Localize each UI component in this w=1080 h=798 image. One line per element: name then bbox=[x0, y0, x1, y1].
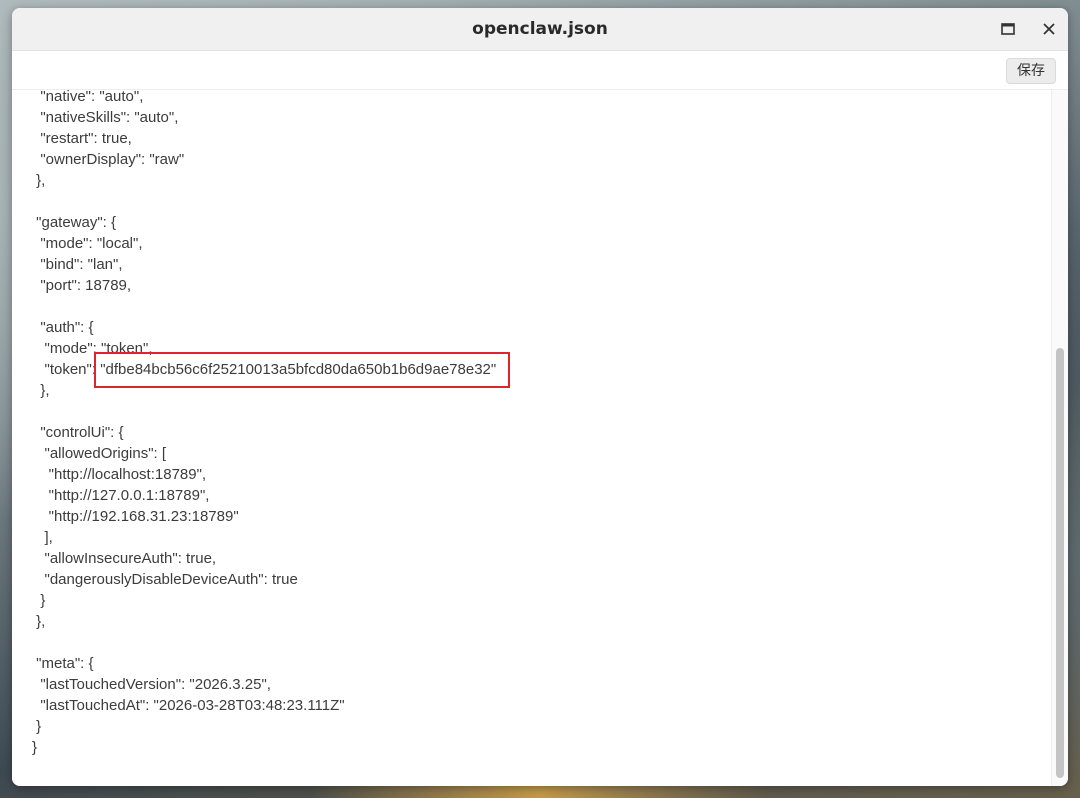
highlighted-token-value: "dfbe84bcb56c6f25210013a5bfcd80da650b1b6… bbox=[94, 352, 511, 388]
code-line: "lastTouchedVersion": "2026.3.25", bbox=[32, 676, 271, 693]
code-line: "nativeSkills": "auto", bbox=[32, 109, 179, 126]
code-line: } bbox=[32, 739, 38, 756]
title-bar: openclaw.json bbox=[12, 8, 1068, 51]
code-line: }, bbox=[32, 172, 46, 189]
code-line: "ownerDisplay": "raw" bbox=[32, 151, 185, 168]
code-line: "bind": "lan", bbox=[32, 256, 123, 273]
code-line: "gateway": { bbox=[32, 214, 117, 231]
code-line: ], bbox=[32, 529, 53, 546]
code-content: "native": "auto", "nativeSkills": "auto"… bbox=[32, 90, 511, 758]
code-line: }, bbox=[32, 613, 46, 630]
code-line: "allowedOrigins": [ bbox=[32, 445, 167, 462]
code-line: "port": 18789, bbox=[32, 277, 132, 294]
code-line: "dangerouslyDisableDeviceAuth": true bbox=[32, 571, 298, 588]
code-line: "restart": true, bbox=[32, 130, 132, 147]
code-line: "lastTouchedAt": "2026-03-28T03:48:23.11… bbox=[32, 697, 345, 714]
token-key: "token": bbox=[32, 361, 101, 378]
code-line: } bbox=[32, 592, 46, 609]
maximize-icon bbox=[1001, 23, 1015, 35]
vertical-scrollbar[interactable] bbox=[1051, 90, 1068, 786]
close-button[interactable] bbox=[1037, 17, 1061, 41]
code-line: "http://192.168.31.23:18789" bbox=[32, 508, 239, 525]
code-line: "allowInsecureAuth": true, bbox=[32, 550, 217, 567]
code-line: "auth": { bbox=[32, 319, 94, 336]
code-line: "http://127.0.0.1:18789", bbox=[32, 487, 210, 504]
code-line: "http://localhost:18789", bbox=[32, 466, 207, 483]
code-line: "controlUi": { bbox=[32, 424, 124, 441]
editor-window: openclaw.json 保存 "native": "auto", "nati… bbox=[12, 8, 1068, 786]
maximize-button[interactable] bbox=[996, 17, 1020, 41]
code-line: "mode": "local", bbox=[32, 235, 143, 252]
window-title: openclaw.json bbox=[472, 19, 608, 39]
token-line: "token": "dfbe84bcb56c6f25210013a5bfcd80… bbox=[32, 352, 511, 388]
close-icon bbox=[1043, 23, 1055, 35]
scrollbar-thumb[interactable] bbox=[1056, 348, 1064, 778]
save-button[interactable]: 保存 bbox=[1006, 58, 1056, 84]
code-line: "meta": { bbox=[32, 655, 94, 672]
code-line: "native": "auto", bbox=[32, 90, 144, 105]
json-editor[interactable]: "native": "auto", "nativeSkills": "auto"… bbox=[12, 90, 1052, 786]
code-line: } bbox=[32, 718, 42, 735]
toolbar: 保存 bbox=[12, 51, 1068, 90]
